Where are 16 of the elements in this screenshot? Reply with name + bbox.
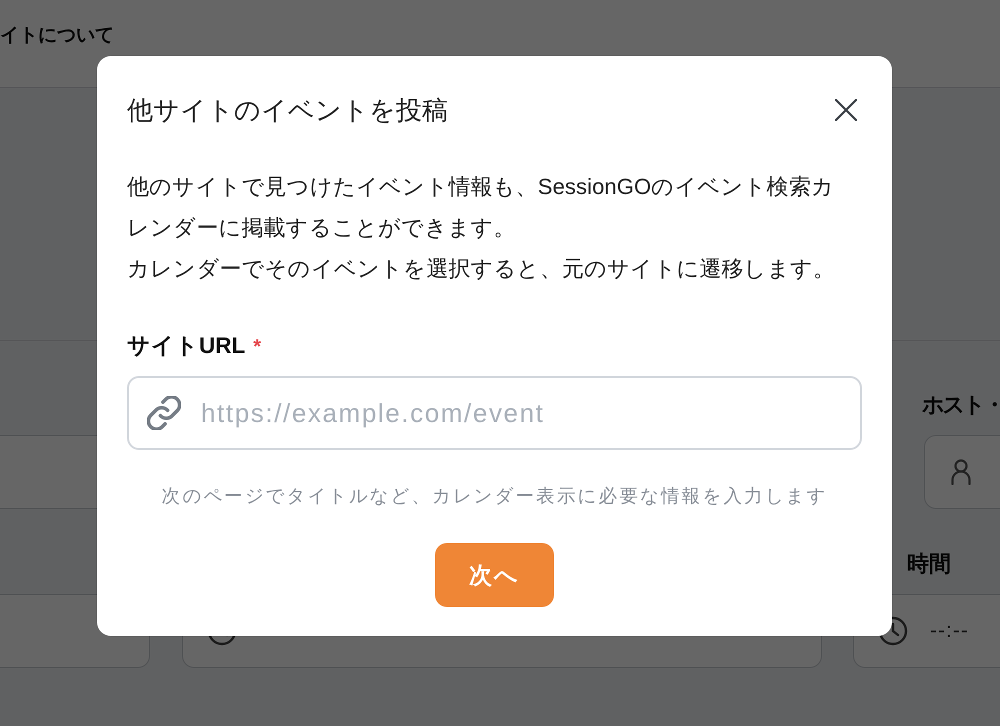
next-button[interactable]: 次へ — [435, 543, 554, 607]
description-text: 他のサイトで見つけたイベント情報も、SessionGOのイベント検索カレンダーに掲載することができます。 — [127, 173, 835, 242]
end-time-label: 時間 — [907, 550, 952, 578]
hint-text: 次のページでタイトルなど、カレンダー表示に必要な情報を入力します — [160, 484, 828, 508]
required-mark: * — [253, 335, 262, 360]
person-icon — [951, 459, 971, 485]
host-label: ホスト・ — [922, 391, 1000, 419]
url-input-field[interactable]: https://example.com/event — [127, 376, 862, 450]
description-text: カレンダーでそのイベントを選択すると、元のサイトに遷移します。 — [127, 255, 836, 283]
time-value: --:-- — [930, 619, 969, 643]
field-label: サイトURL — [127, 332, 246, 360]
close-button[interactable] — [835, 99, 857, 121]
link-icon — [147, 396, 181, 430]
nav-link[interactable]: イトについて — [0, 22, 114, 48]
close-icon — [835, 99, 857, 121]
dialog-title: 他サイトのイベントを投稿 — [127, 94, 448, 127]
